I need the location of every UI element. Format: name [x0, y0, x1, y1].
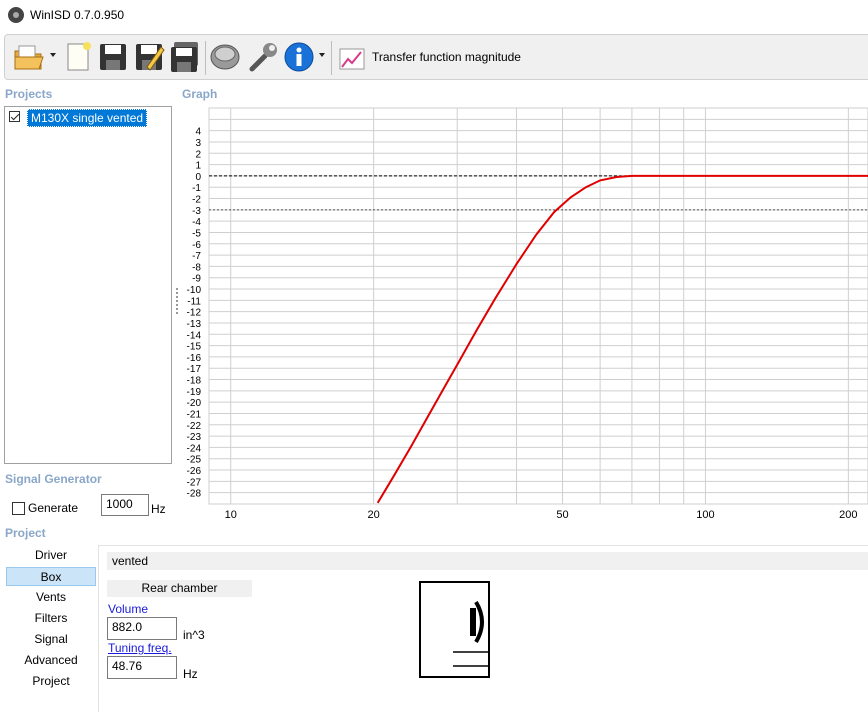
- y-tick-label: -26: [187, 466, 202, 477]
- new-document-icon[interactable]: [62, 41, 94, 73]
- tab-project[interactable]: Project: [6, 672, 96, 691]
- save-icon[interactable]: [97, 41, 129, 73]
- y-tick-label: -27: [187, 477, 202, 488]
- project-checkbox[interactable]: [9, 111, 20, 122]
- y-tick-label: -9: [192, 274, 201, 285]
- y-tick-label: -20: [187, 398, 202, 409]
- x-tick-label: 100: [696, 509, 714, 521]
- projects-header: Projects: [5, 87, 53, 101]
- y-tick-label: -25: [187, 455, 202, 466]
- y-tick-label: 0: [195, 172, 201, 183]
- driver-magnet-icon: [470, 608, 476, 636]
- y-tick-label: -10: [187, 285, 202, 296]
- y-tick-label: 4: [195, 127, 201, 138]
- open-folder-icon[interactable]: [13, 41, 45, 73]
- graph-icon[interactable]: [337, 41, 367, 73]
- graph-panel: 4 3 2 1 0 -1 -2 -3 -4 -5 -6 -7 -8 -9 -10 -11 -12 -13 -14 -1…: [176, 104, 868, 527]
- open-dropdown-arrow[interactable]: [50, 53, 56, 57]
- y-tick-label: 3: [195, 138, 201, 149]
- save-all-icon[interactable]: [169, 41, 201, 73]
- toolbar: Transfer function magnitude: [4, 34, 868, 80]
- x-tick-label: 200: [839, 509, 857, 521]
- y-tick-label: -8: [192, 262, 201, 273]
- info-dropdown-arrow[interactable]: [319, 53, 325, 57]
- tuning-freq-unit: Hz: [183, 667, 198, 681]
- toolbar-separator: [331, 41, 332, 75]
- volume-label: Volume: [108, 602, 149, 616]
- graph-selector-label[interactable]: Transfer function magnitude: [372, 50, 521, 64]
- y-tick-label: -4: [192, 217, 201, 228]
- y-tick-label: -7: [192, 251, 201, 262]
- y-tick-label: -2: [192, 195, 201, 206]
- y-tick-label: 1: [195, 161, 201, 172]
- y-tick-label: -22: [187, 421, 202, 432]
- tab-driver[interactable]: Driver: [6, 546, 96, 565]
- tab-filters[interactable]: Filters: [6, 609, 96, 628]
- plot-area: [208, 107, 868, 505]
- volume-input[interactable]: 882.0: [107, 617, 177, 640]
- y-tick-label: -12: [187, 308, 202, 319]
- info-icon[interactable]: [283, 41, 315, 73]
- tuning-freq-input[interactable]: 48.76: [107, 656, 177, 679]
- tab-vents[interactable]: Vents: [6, 588, 96, 607]
- app-speaker-icon: [8, 7, 24, 23]
- graph-header: Graph: [182, 87, 218, 101]
- signal-generator-header: Signal Generator: [5, 472, 102, 486]
- y-tick-label: -18: [187, 376, 202, 387]
- project-header: Project: [5, 526, 46, 540]
- tab-box[interactable]: Box: [6, 567, 96, 586]
- y-tick-label: -21: [187, 409, 202, 420]
- y-tick-label: -15: [187, 342, 202, 353]
- toolbar-separator: [205, 41, 206, 75]
- y-tick-label: -6: [192, 240, 201, 251]
- transfer-function-chart: 43210-1-2-3-4-5-6-7-8-9-10-11-12-13-14-1…: [187, 107, 868, 521]
- frequency-unit: Hz: [151, 502, 166, 516]
- y-tick-label: -23: [187, 432, 202, 443]
- x-tick-label: 20: [368, 509, 380, 521]
- y-tick-label: -28: [187, 489, 202, 500]
- y-tick-label: -13: [187, 319, 202, 330]
- driver-icon[interactable]: [209, 41, 241, 73]
- y-tick-label: 2: [195, 149, 201, 160]
- y-tick-label: -1: [192, 183, 201, 194]
- y-tick-label: -17: [187, 364, 202, 375]
- y-tick-label: -3: [192, 206, 201, 217]
- tab-signal[interactable]: Signal: [6, 630, 96, 649]
- project-name[interactable]: M130X single vented: [27, 109, 148, 127]
- save-as-icon[interactable]: [133, 41, 165, 73]
- y-tick-label: -24: [187, 443, 202, 454]
- tuning-freq-label[interactable]: Tuning freq.: [108, 641, 172, 655]
- projects-list: M130X single vented: [4, 106, 172, 464]
- box-type-label[interactable]: vented: [107, 552, 868, 570]
- window-title: WinISD 0.7.0.950: [30, 8, 125, 22]
- frequency-input[interactable]: 1000: [101, 494, 149, 516]
- y-tick-label: -14: [187, 330, 202, 341]
- y-tick-label: -16: [187, 353, 202, 364]
- wrench-icon[interactable]: [247, 41, 279, 73]
- volume-unit: in^3: [183, 628, 205, 642]
- vented-box-diagram: [419, 581, 490, 678]
- x-tick-label: 50: [556, 509, 568, 521]
- y-tick-label: -5: [192, 228, 201, 239]
- project-item[interactable]: M130X single vented: [7, 109, 167, 127]
- title-bar: WinISD 0.7.0.950: [0, 0, 868, 30]
- generate-label: Generate: [28, 501, 79, 515]
- x-tick-label: 10: [225, 509, 237, 521]
- tab-advanced[interactable]: Advanced: [6, 651, 96, 670]
- y-tick-label: -11: [187, 296, 201, 307]
- rear-chamber-header: Rear chamber: [107, 580, 252, 597]
- y-tick-label: -19: [187, 387, 202, 398]
- generate-checkbox[interactable]: [12, 502, 25, 515]
